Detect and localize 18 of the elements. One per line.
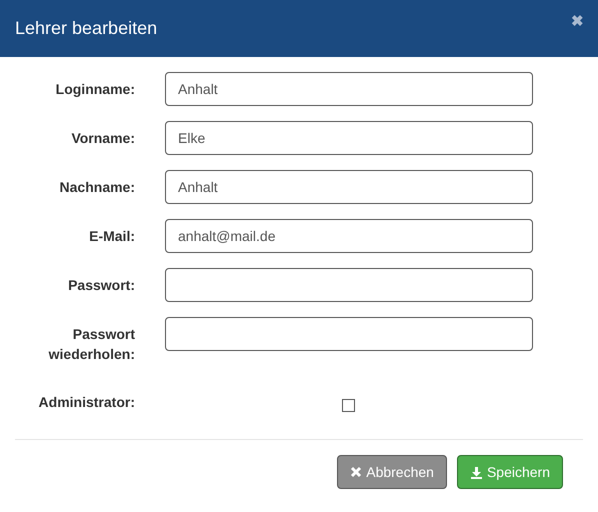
download-icon: [470, 466, 483, 478]
input-field[interactable]: Anhalt: [165, 72, 533, 106]
input-field[interactable]: anhalt@mail.de: [165, 219, 533, 253]
field-label: Passwort wiederholen:: [48, 325, 135, 364]
field-label: Administrator:: [38, 393, 135, 412]
field-label: Passwort:: [67, 276, 135, 295]
close-icon: [350, 466, 362, 478]
field-label: Vorname:: [70, 129, 135, 148]
input-field[interactable]: [165, 268, 533, 302]
input-field[interactable]: Elke: [165, 121, 533, 155]
input-field[interactable]: Anhalt: [165, 170, 533, 204]
field-label: Nachname:: [58, 178, 135, 197]
checkbox[interactable]: [342, 399, 355, 412]
input-field[interactable]: [165, 317, 533, 351]
close-button[interactable]: ✖: [571, 14, 584, 29]
field-label: Loginname:: [54, 80, 135, 99]
field-label: E-Mail:: [88, 227, 135, 246]
dialog-title: Lehrer bearbeiten: [15, 17, 158, 40]
